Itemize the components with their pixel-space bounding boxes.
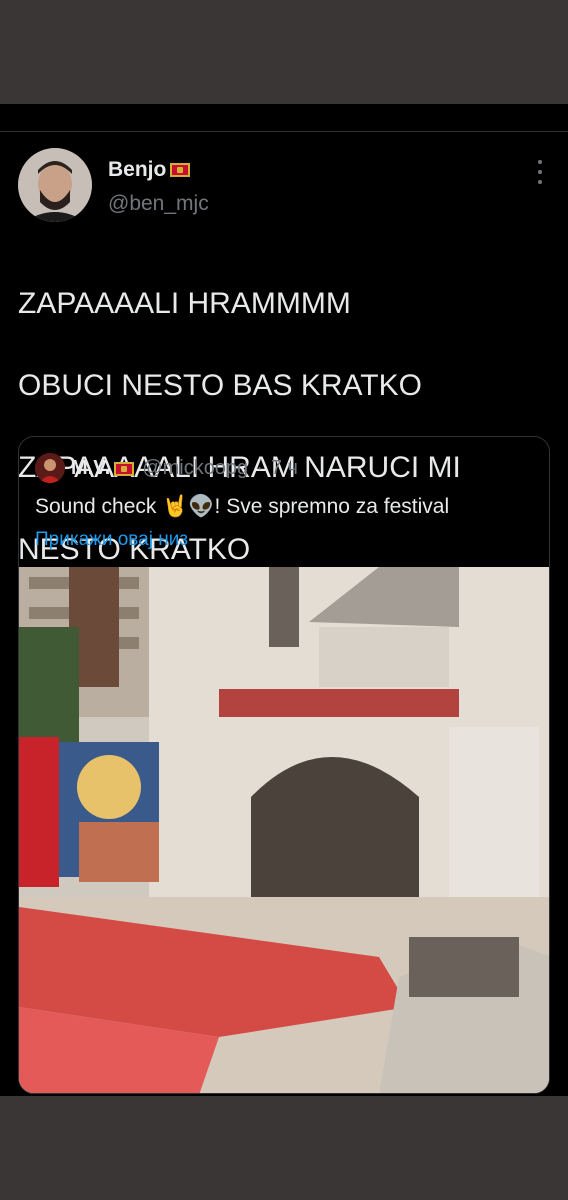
quoted-handle[interactable]: @mickoopg bbox=[142, 457, 248, 480]
divider bbox=[0, 131, 568, 132]
quoted-avatar-image bbox=[35, 453, 65, 483]
montenegro-flag-icon bbox=[114, 461, 135, 476]
avatar-image bbox=[18, 148, 92, 222]
quoted-video[interactable] bbox=[19, 567, 549, 1093]
quoted-text: Sound check 🤘👽! Sve spremno za festival bbox=[35, 495, 450, 518]
avatar[interactable] bbox=[18, 148, 92, 222]
more-vertical-icon[interactable] bbox=[532, 160, 548, 184]
quoted-tweet[interactable]: M.V. @mickoopg · 7 ч Sound check 🤘👽! Sve… bbox=[18, 436, 550, 1094]
handle[interactable]: @ben_mjc bbox=[108, 192, 209, 216]
quoted-separator: · bbox=[256, 457, 263, 479]
montenegro-flag-icon bbox=[170, 163, 191, 177]
quoted-header: M.V. @mickoopg · 7 ч bbox=[71, 457, 298, 480]
video-frame bbox=[19, 567, 549, 1093]
tweet-panel: Benjo @ben_mjc ZAPAAAALI HRAMMMM OBUCI N… bbox=[0, 104, 568, 1096]
quoted-time[interactable]: 7 ч bbox=[271, 457, 298, 480]
display-name-text: Benjo bbox=[108, 158, 167, 181]
top-letterbox bbox=[0, 0, 568, 104]
quoted-display-name[interactable]: M.V. bbox=[71, 457, 110, 480]
tweet-line: ZAPAAAALI HRAMMMM bbox=[18, 287, 351, 320]
display-name[interactable]: Benjo bbox=[108, 158, 191, 182]
tweet-line: OBUCI NESTO BAS KRATKO bbox=[18, 369, 422, 402]
show-thread-link[interactable]: Прикажи овај низ bbox=[35, 529, 188, 551]
quoted-avatar[interactable] bbox=[35, 453, 65, 483]
bottom-letterbox bbox=[0, 1096, 568, 1200]
